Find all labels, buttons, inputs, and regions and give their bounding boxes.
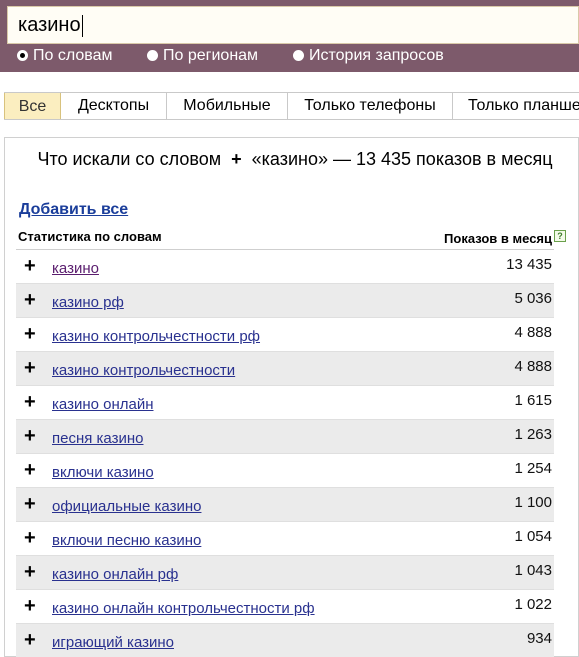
impressions-count: 1 054 bbox=[514, 528, 552, 545]
phrase-link[interactable]: официальные казино bbox=[52, 498, 201, 515]
add-phrase-plus-icon[interactable]: + bbox=[24, 324, 36, 344]
add-phrase-plus-icon[interactable]: + bbox=[24, 460, 36, 480]
phrase-link[interactable]: казино онлайн рф bbox=[52, 566, 178, 583]
phrase-link[interactable]: казино рф bbox=[52, 294, 124, 311]
phrase-link[interactable]: песня казино bbox=[52, 430, 144, 447]
keyword-table: + казино 13 435 + казино рф 5 036 + кази… bbox=[16, 249, 554, 657]
impressions-count: 4 888 bbox=[514, 358, 552, 375]
mode-label: По словам bbox=[33, 47, 113, 64]
impressions-count: 5 036 bbox=[514, 290, 552, 307]
tab-tablets-only[interactable]: Только планше bbox=[453, 93, 579, 119]
radio-unchecked-icon[interactable] bbox=[293, 50, 304, 61]
add-phrase-plus-icon[interactable]: + bbox=[24, 630, 36, 650]
add-phrase-plus-icon[interactable]: + bbox=[24, 290, 36, 310]
mode-by-regions[interactable]: По регионам bbox=[147, 45, 258, 67]
phrase-link[interactable]: включи казино bbox=[52, 464, 154, 481]
table-row: + казино онлайн 1 615 bbox=[16, 385, 554, 419]
phrase-link[interactable]: казино онлайн bbox=[52, 396, 154, 413]
impressions-count: 1 022 bbox=[514, 596, 552, 613]
table-row: + казино онлайн контрольчестности рф 1 0… bbox=[16, 589, 554, 623]
column-header-words: Статистика по словам bbox=[18, 229, 162, 244]
phrase-link[interactable]: казино онлайн контрольчестности рф bbox=[52, 600, 315, 617]
tab-phones-only[interactable]: Только телефоны bbox=[288, 93, 453, 119]
text-caret bbox=[81, 14, 83, 37]
add-phrase-plus-icon[interactable]: + bbox=[24, 426, 36, 446]
table-row: + казино контрольчестности рф 4 888 bbox=[16, 317, 554, 351]
table-row: + включи казино 1 254 bbox=[16, 453, 554, 487]
impressions-count: 934 bbox=[526, 630, 552, 647]
table-row: + песня казино 1 263 bbox=[16, 419, 554, 453]
phrase-link[interactable]: казино bbox=[52, 260, 99, 277]
impressions-count: 1 615 bbox=[514, 392, 552, 409]
radio-unchecked-icon[interactable] bbox=[147, 50, 158, 61]
add-phrase-plus-icon[interactable]: + bbox=[24, 596, 36, 616]
search-header: казино По словам По регионам История зап… bbox=[0, 0, 579, 72]
table-row: + играющий казино 934 bbox=[16, 623, 554, 657]
plus-icon: + bbox=[226, 149, 247, 169]
impressions-count: 1 263 bbox=[514, 426, 552, 443]
add-phrase-plus-icon[interactable]: + bbox=[24, 392, 36, 412]
help-icon[interactable]: ? bbox=[554, 230, 566, 242]
search-input-value: казино bbox=[18, 14, 81, 36]
tab-desktops[interactable]: Десктопы bbox=[61, 93, 167, 119]
radio-checked-icon[interactable] bbox=[17, 50, 28, 61]
phrase-link[interactable]: казино контрольчестности bbox=[52, 362, 235, 379]
add-phrase-plus-icon[interactable]: + bbox=[24, 494, 36, 514]
words-statistics-panel: Что искали со словом + «казино» — 13 435… bbox=[4, 137, 579, 657]
tab-all[interactable]: Все bbox=[4, 93, 61, 119]
mode-history[interactable]: История запросов bbox=[293, 45, 444, 67]
mode-by-words[interactable]: По словам bbox=[17, 45, 112, 67]
search-input[interactable]: казино bbox=[7, 6, 579, 44]
add-all-link[interactable]: Добавить все bbox=[19, 201, 128, 219]
add-phrase-plus-icon[interactable]: + bbox=[24, 256, 36, 276]
tab-mobile[interactable]: Мобильные bbox=[167, 93, 288, 119]
impressions-count: 1 254 bbox=[514, 460, 552, 477]
impressions-count: 1 043 bbox=[514, 562, 552, 579]
add-phrase-plus-icon[interactable]: + bbox=[24, 358, 36, 378]
table-row: + казино рф 5 036 bbox=[16, 283, 554, 317]
mode-label: История запросов bbox=[309, 47, 444, 64]
phrase-link[interactable]: казино контрольчестности рф bbox=[52, 328, 260, 345]
add-phrase-plus-icon[interactable]: + bbox=[24, 562, 36, 582]
impressions-count: 1 100 bbox=[514, 494, 552, 511]
mode-label: По регионам bbox=[163, 47, 259, 64]
title-suffix: «казино» — 13 435 показов в месяц bbox=[251, 149, 553, 169]
phrase-link[interactable]: включи песню казино bbox=[52, 532, 201, 549]
add-phrase-plus-icon[interactable]: + bbox=[24, 528, 36, 548]
device-tabs: Все Десктопы Мобильные Только телефоны Т… bbox=[4, 92, 579, 120]
column-header-impressions: Показов в месяц bbox=[444, 231, 552, 246]
table-row: + казино контрольчестности 4 888 bbox=[16, 351, 554, 385]
table-row: + включи песню казино 1 054 bbox=[16, 521, 554, 555]
table-row: + казино онлайн рф 1 043 bbox=[16, 555, 554, 589]
impressions-count: 4 888 bbox=[514, 324, 552, 341]
title-prefix: Что искали со словом bbox=[37, 149, 222, 169]
phrase-link[interactable]: играющий казино bbox=[52, 634, 174, 651]
panel-title: Что искали со словом + «казино» — 13 435… bbox=[35, 148, 555, 171]
table-row: + официальные казино 1 100 bbox=[16, 487, 554, 521]
table-row: + казино 13 435 bbox=[16, 249, 554, 283]
impressions-count: 13 435 bbox=[506, 256, 552, 273]
